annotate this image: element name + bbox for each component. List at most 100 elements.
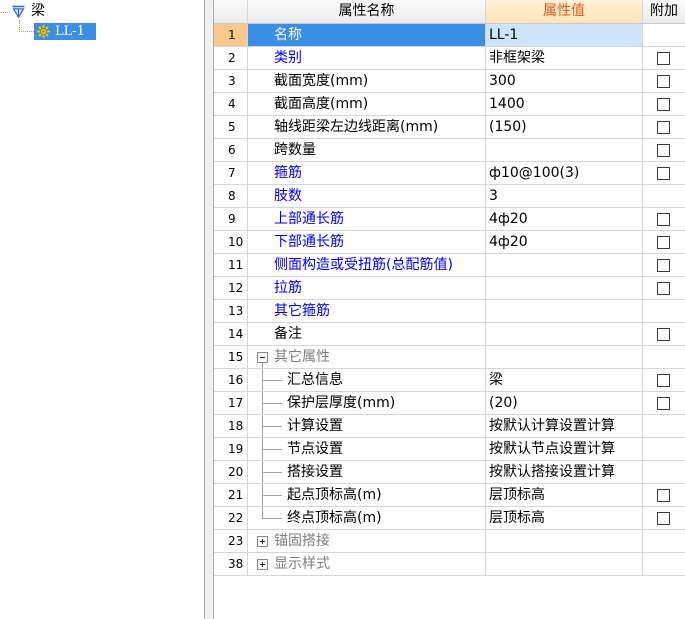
row-number[interactable]: 9 (214, 208, 248, 231)
property-row[interactable]: 2 类别 非框架梁 (214, 47, 685, 70)
property-value[interactable]: 1400 (486, 93, 643, 116)
property-row[interactable]: 1 名称 LL-1 (214, 24, 685, 47)
row-number[interactable]: 11 (214, 254, 248, 277)
property-value[interactable]: 按默认节点设置计算 (486, 438, 643, 461)
row-number[interactable]: 7 (214, 162, 248, 185)
property-name[interactable]: 肢数 (248, 185, 486, 208)
tree-node-ll-1[interactable]: LL-1 (34, 23, 96, 40)
attach-checkbox[interactable] (657, 374, 670, 387)
property-value[interactable]: (150) (486, 116, 643, 139)
property-value[interactable] (486, 300, 643, 323)
property-value[interactable]: 按默认搭接设置计算 (486, 461, 643, 484)
property-value[interactable]: 层顶标高 (486, 507, 643, 530)
property-value[interactable]: 梁 (486, 369, 643, 392)
property-value[interactable]: LL-1 (486, 24, 643, 47)
property-row[interactable]: 13 其它箍筋 (214, 300, 685, 323)
property-name[interactable]: 轴线距梁左边线距离(mm) (248, 116, 486, 139)
expand-icon[interactable] (257, 559, 268, 570)
property-name-cell[interactable]: 节点设置 (248, 438, 486, 461)
property-name[interactable]: 其它箍筋 (248, 300, 486, 323)
attach-checkbox[interactable] (657, 489, 670, 502)
property-name-cell[interactable]: 起点顶标高(m) (248, 484, 486, 507)
attach-checkbox[interactable] (657, 75, 670, 88)
row-number[interactable]: 13 (214, 300, 248, 323)
attach-checkbox[interactable] (657, 144, 670, 157)
row-number[interactable]: 22 (214, 507, 248, 530)
row-number[interactable]: 1 (214, 24, 248, 47)
property-name[interactable]: 上部通长筋 (248, 208, 486, 231)
header-property-value[interactable]: 属性值 (486, 0, 643, 24)
property-row[interactable]: 3 截面宽度(mm) 300 (214, 70, 685, 93)
property-group-row[interactable]: 23 锚固搭接 (214, 530, 685, 553)
property-row[interactable]: 10 下部通长筋 4ф20 (214, 231, 685, 254)
property-row[interactable]: 19 节点设置 按默认节点设置计算 (214, 438, 685, 461)
attach-checkbox[interactable] (657, 213, 670, 226)
property-row[interactable]: 11 侧面构造或受扭筋(总配筋值) (214, 254, 685, 277)
attach-checkbox[interactable] (657, 259, 670, 272)
property-row[interactable]: 17 保护层厚度(mm) (20) (214, 392, 685, 415)
property-row[interactable]: 6 跨数量 (214, 139, 685, 162)
property-row[interactable]: 20 搭接设置 按默认搭接设置计算 (214, 461, 685, 484)
row-number[interactable]: 17 (214, 392, 248, 415)
property-value[interactable] (486, 139, 643, 162)
property-group-name-cell[interactable]: 其它属性 (248, 346, 486, 369)
property-name-cell[interactable]: 计算设置 (248, 415, 486, 438)
attach-checkbox[interactable] (657, 167, 670, 180)
property-name[interactable]: 拉筋 (248, 277, 486, 300)
row-number[interactable]: 10 (214, 231, 248, 254)
attach-checkbox[interactable] (657, 52, 670, 65)
property-name[interactable]: 箍筋 (248, 162, 486, 185)
property-group-row[interactable]: 38 显示样式 (214, 553, 685, 576)
row-number[interactable]: 18 (214, 415, 248, 438)
component-tree[interactable]: 梁 LL-1 (0, 0, 205, 619)
property-name[interactable]: 类别 (248, 47, 486, 70)
panel-splitter[interactable] (205, 0, 214, 619)
row-number[interactable]: 5 (214, 116, 248, 139)
property-value[interactable] (486, 254, 643, 277)
property-row[interactable]: 21 起点顶标高(m) 层顶标高 (214, 484, 685, 507)
property-name[interactable]: 下部通长筋 (248, 231, 486, 254)
property-name-cell[interactable]: 保护层厚度(mm) (248, 392, 486, 415)
attach-checkbox[interactable] (657, 236, 670, 249)
row-number[interactable]: 14 (214, 323, 248, 346)
property-group-name-cell[interactable]: 锚固搭接 (248, 530, 486, 553)
property-value[interactable]: 300 (486, 70, 643, 93)
property-value[interactable]: 4ф20 (486, 231, 643, 254)
row-number[interactable]: 23 (214, 530, 248, 553)
property-name[interactable]: 名称 (248, 24, 486, 47)
row-number[interactable]: 8 (214, 185, 248, 208)
property-value[interactable]: ф10@100(3) (486, 162, 643, 185)
row-number[interactable]: 19 (214, 438, 248, 461)
attach-checkbox[interactable] (657, 282, 670, 295)
property-row[interactable]: 9 上部通长筋 4ф20 (214, 208, 685, 231)
expand-icon[interactable] (257, 536, 268, 547)
property-value[interactable] (486, 277, 643, 300)
collapse-icon[interactable] (257, 352, 268, 363)
attach-checkbox[interactable] (657, 121, 670, 134)
attach-checkbox[interactable] (657, 397, 670, 410)
header-property-name[interactable]: 属性名称 (248, 0, 486, 24)
row-number[interactable]: 3 (214, 70, 248, 93)
property-row[interactable]: 12 拉筋 (214, 277, 685, 300)
property-value[interactable]: 4ф20 (486, 208, 643, 231)
row-number[interactable]: 20 (214, 461, 248, 484)
property-grid[interactable]: 属性名称 属性值 附加 1 名称 LL-1 2 类别 非框架梁 3 截面宽度(m… (214, 0, 685, 619)
attach-checkbox[interactable] (657, 328, 670, 341)
property-value[interactable]: 按默认计算设置计算 (486, 415, 643, 438)
property-group-row[interactable]: 15 其它属性 (214, 346, 685, 369)
row-number[interactable]: 2 (214, 47, 248, 70)
property-row[interactable]: 5 轴线距梁左边线距离(mm) (150) (214, 116, 685, 139)
property-value[interactable]: 3 (486, 185, 643, 208)
property-group-name-cell[interactable]: 显示样式 (248, 553, 486, 576)
property-row[interactable]: 7 箍筋 ф10@100(3) (214, 162, 685, 185)
property-row[interactable]: 18 计算设置 按默认计算设置计算 (214, 415, 685, 438)
tree-node-beam[interactable]: 梁 (11, 3, 71, 21)
row-number[interactable]: 6 (214, 139, 248, 162)
row-number[interactable]: 38 (214, 553, 248, 576)
attach-checkbox[interactable] (657, 98, 670, 111)
row-number[interactable]: 12 (214, 277, 248, 300)
property-row[interactable]: 16 汇总信息 梁 (214, 369, 685, 392)
property-row[interactable]: 8 肢数 3 (214, 185, 685, 208)
property-name[interactable]: 截面宽度(mm) (248, 70, 486, 93)
property-name-cell[interactable]: 汇总信息 (248, 369, 486, 392)
